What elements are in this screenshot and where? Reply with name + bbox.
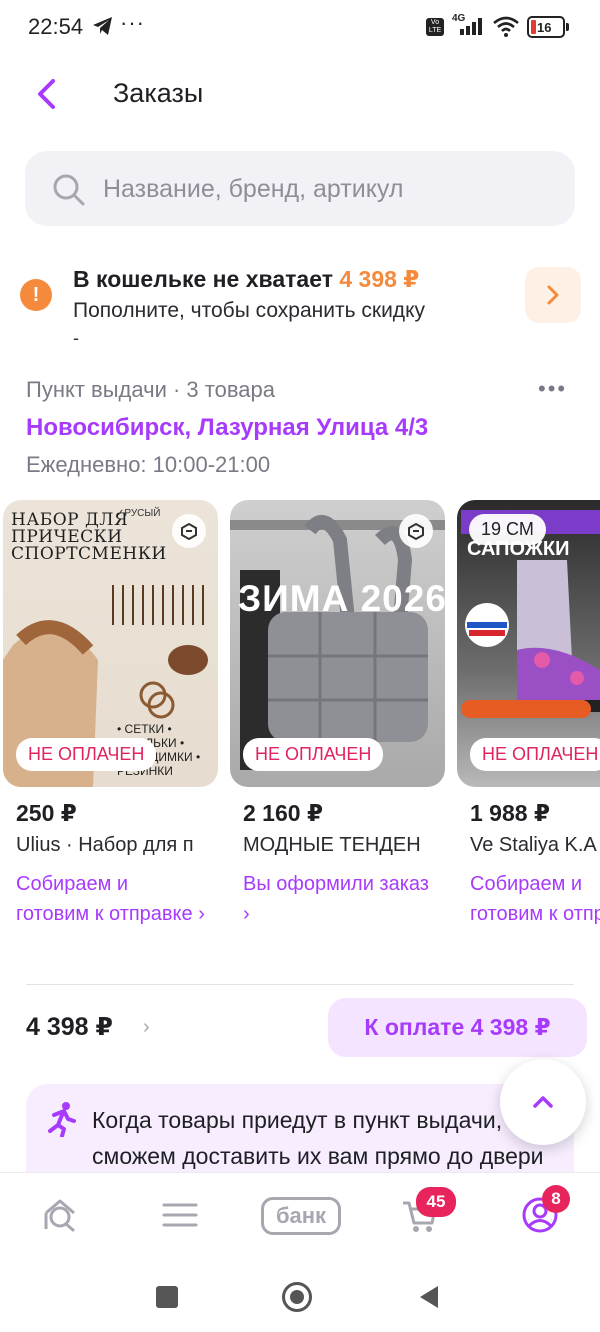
product-price: 250 ₽ — [16, 800, 77, 826]
product-image[interactable]: НАБОР ДЛЯ ПРИЧЕСКИ СПОРТСМЕНКИ ✓РУСЫЙ • … — [3, 500, 218, 787]
wallet-warning-text: В кошельке не хватает — [73, 266, 340, 292]
warning-icon: ! — [20, 279, 52, 311]
unpaid-badge: НЕ ОПЛАЧЕН — [243, 738, 384, 771]
product-card[interactable]: НАБОР ДЛЯ ПРИЧЕСКИ СПОРТСМЕНКИ ✓РУСЫЙ • … — [3, 500, 218, 925]
order-status-link[interactable]: Собираем и готовим к отправке › — [470, 869, 600, 929]
wallet-missing-amount: 4 398 ₽ — [339, 266, 420, 292]
chevron-left-icon — [38, 79, 55, 109]
wallet-warning-cut: - — [73, 328, 79, 348]
unpaid-badge: НЕ ОПЛАЧЕН — [16, 738, 157, 771]
wallet-warning-title: В кошельке не хватает 4 398 ₽ — [73, 266, 419, 293]
return-icon — [172, 514, 206, 548]
divider — [26, 984, 574, 985]
status-more-dots: ··· — [120, 10, 145, 35]
page-title: Заказы — [113, 78, 204, 108]
product-card[interactable]: САПОЖКИ 19 СМ НЕ ОПЛАЧЕН 1 988 ₽ Ve Stal… — [457, 500, 600, 925]
size-badge: 19 СМ — [469, 514, 546, 545]
pickup-point-info: Пункт выдачи · 3 товара — [26, 377, 275, 402]
signal-icon — [460, 18, 482, 35]
wallet-warning-subtitle: Пополните, чтобы сохранить скидку — [73, 299, 425, 322]
product-image-title: ЗИМА 2026 — [238, 578, 445, 619]
product-price: 1 988 ₽ — [470, 800, 550, 826]
pickup-address[interactable]: Новосибирск, Лазурная Улица 4/3 — [26, 414, 428, 442]
chevron-up-icon — [533, 1096, 553, 1108]
product-image[interactable]: САПОЖКИ 19 СМ НЕ ОПЛАЧЕН — [457, 500, 600, 787]
bank-label: банк — [275, 1203, 327, 1228]
return-icon — [399, 514, 433, 548]
unpaid-badge: НЕ ОПЛАЧЕН — [470, 738, 600, 771]
volte-icon: Vo LTE — [426, 18, 444, 36]
product-carousel[interactable]: НАБОР ДЛЯ ПРИЧЕСКИ СПОРТСМЕНКИ ✓РУСЫЙ • … — [0, 500, 600, 970]
cart-count-badge: 45 — [416, 1187, 456, 1217]
product-image[interactable]: ЗИМА 2026 НЕ ОПЛАЧЕН — [230, 500, 445, 787]
order-status-link[interactable]: Вы оформили заказ › — [243, 869, 433, 929]
search-bar[interactable] — [25, 151, 575, 226]
home-button[interactable] — [282, 1282, 312, 1312]
product-name: Ve Staliya K.A — [470, 834, 597, 856]
order-total[interactable]: 4 398 ₽ — [26, 1012, 113, 1042]
search-input[interactable] — [103, 169, 553, 209]
nav-home[interactable] — [40, 1195, 80, 1240]
status-bar: 22:54 ··· Vo LTE 4G 16 — [0, 0, 600, 56]
chevron-right-icon — [547, 285, 559, 305]
chevron-right-icon[interactable]: › — [143, 1016, 150, 1039]
wallet-topup-button[interactable] — [525, 267, 581, 323]
battery-level: 16 — [537, 20, 552, 35]
telegram-icon — [93, 17, 112, 35]
home-search-icon — [44, 1199, 75, 1232]
profile-notification-badge: 8 — [542, 1185, 570, 1213]
scroll-to-top-button[interactable] — [500, 1059, 586, 1145]
pickup-hours: Ежедневно: 10:00-21:00 — [26, 452, 271, 477]
order-status-link[interactable]: Собираем и готовим к отправке › — [16, 869, 206, 929]
product-card[interactable]: ЗИМА 2026 НЕ ОПЛАЧЕН 2 160 ₽ МОДНЫЕ ТЕНД… — [230, 500, 445, 925]
bottom-nav: банк 45 8 — [0, 1172, 600, 1260]
nav-bank[interactable]: банк — [261, 1197, 341, 1235]
menu-icon — [162, 1203, 198, 1227]
pay-button[interactable]: К оплате 4 398 ₽ — [328, 998, 587, 1057]
back-button[interactable] — [26, 74, 66, 114]
product-price: 2 160 ₽ — [243, 800, 323, 826]
product-image-stripe — [461, 700, 591, 718]
bank-icon: банк — [261, 1197, 341, 1235]
status-time: 22:54 — [28, 14, 84, 39]
battery-icon: 16 — [527, 16, 565, 38]
product-name: Ulius · Набор для п — [16, 834, 194, 856]
system-navigation-bar — [0, 1260, 600, 1332]
back-nav-button[interactable] — [418, 1284, 440, 1310]
recent-apps-button[interactable] — [156, 1286, 178, 1308]
product-name: МОДНЫЕ ТЕНДЕН — [243, 834, 421, 856]
nav-catalog[interactable] — [160, 1195, 200, 1240]
runner-icon — [48, 1102, 76, 1137]
wifi-icon — [493, 16, 519, 37]
pickup-more-button[interactable]: ••• — [538, 376, 567, 402]
search-icon — [53, 174, 85, 206]
